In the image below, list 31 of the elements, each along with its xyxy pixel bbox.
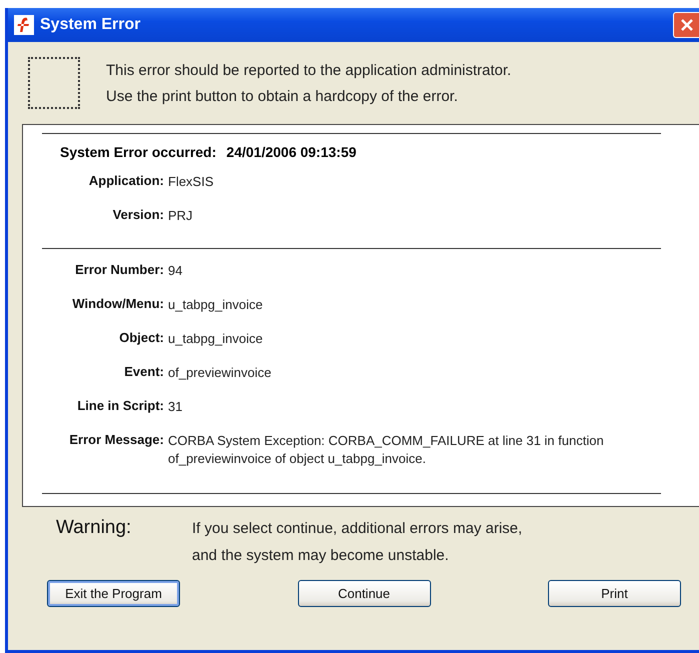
warning-label: Warning: [56, 517, 132, 540]
field-label: Error Number: [74, 262, 164, 277]
close-button[interactable] [673, 12, 699, 38]
field-value: 31 [168, 398, 182, 416]
warning-text: and the system may become unstable. [192, 547, 450, 564]
warning-text: If you select continue, additional errors may arise, [192, 520, 522, 537]
field-value: of_previewinvoice [168, 364, 272, 382]
field-value: 94 [168, 262, 182, 280]
message-text: Use the print button to obtain a hardcopy of the error. [106, 88, 459, 104]
field-value: FlexSIS [168, 173, 214, 191]
field-label: Version: [112, 207, 164, 222]
field-value: CORBA System Exception: CORBA_COMM_FAILURE at line 31 in function of_previewinvoice of object u_tabpg_invoice. [168, 432, 605, 468]
field-label: Event: [123, 364, 164, 379]
field-value: u_tabpg_invoice [168, 296, 263, 314]
field-label: Object: [118, 330, 164, 345]
message-text: This error should be reported to the application administrator. [106, 62, 512, 78]
field-value: u_tabpg_invoice [168, 330, 263, 348]
icon-placeholder [28, 57, 80, 109]
field-label: Error Message: [68, 432, 164, 447]
close-icon [680, 18, 694, 32]
dialog-button[interactable]: Print [548, 580, 681, 607]
field-label: Window/Menu: [71, 296, 164, 311]
window-title: System Error [40, 16, 140, 34]
dialog-button[interactable]: Exit the Program [47, 580, 180, 607]
app-icon [14, 15, 34, 35]
field-value: 24/01/2006 09:13:59 [226, 144, 356, 160]
field-value: PRJ [168, 207, 193, 225]
field-label: Line in Script: [76, 398, 164, 413]
field-label: Application: [88, 173, 164, 188]
field-label: System Error occurred: [60, 144, 216, 160]
dialog-button[interactable]: Continue [298, 580, 430, 607]
